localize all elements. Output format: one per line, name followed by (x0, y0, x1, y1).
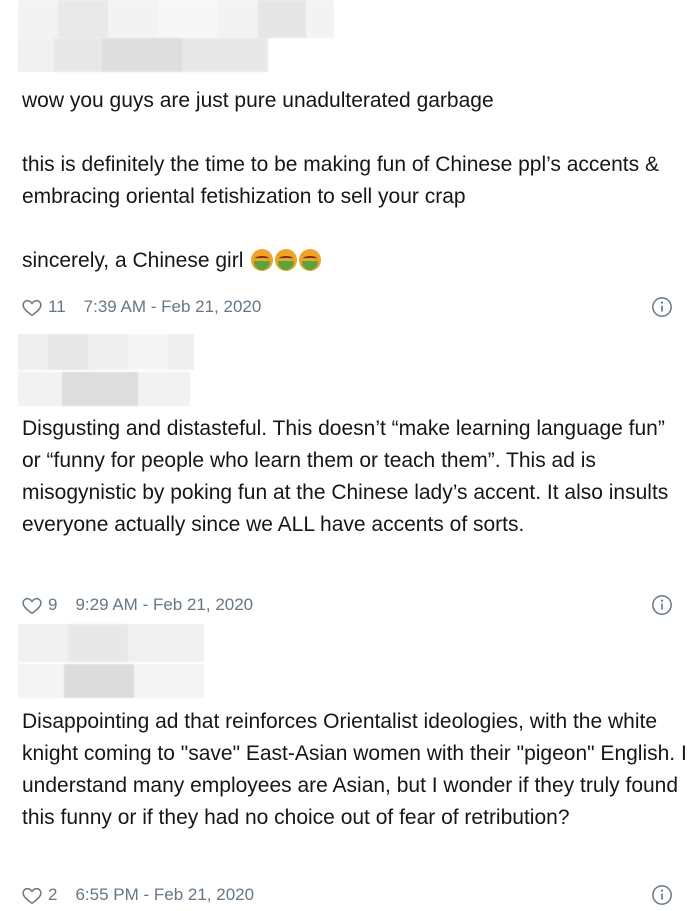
tweet-paragraph: this is definitely the time to be making… (22, 153, 659, 208)
tweet-text: Disgusting and distasteful. This doesn’t… (22, 413, 672, 541)
tweet: Disappointing ad that reinforces Orienta… (0, 620, 697, 911)
heart-outline-icon[interactable] (21, 884, 43, 906)
face-vomiting-emoji (275, 249, 298, 271)
info-circle-icon[interactable] (651, 594, 673, 616)
tweet-text: wow you guys are just pure unadulterated… (22, 85, 682, 277)
tweet-meta: 11 7:39 AM - Feb 21, 2020 (21, 295, 261, 319)
tweet-paragraph: wow you guys are just pure unadulterated… (22, 89, 494, 112)
redacted-display-name (18, 624, 204, 662)
redacted-display-name (18, 334, 194, 370)
tweet-meta: 2 6:55 PM - Feb 21, 2020 (21, 883, 254, 907)
redacted-username (18, 664, 204, 698)
tweet-paragraph: Disappointing ad that reinforces Orienta… (22, 710, 687, 829)
redacted-username (18, 38, 268, 72)
redacted-username (18, 372, 190, 406)
heart-outline-icon[interactable] (21, 296, 43, 318)
tweet-paragraph-text: sincerely, a Chinese girl (22, 249, 244, 272)
heart-outline-icon[interactable] (21, 594, 43, 616)
like-count: 2 (48, 885, 58, 904)
tweet: Disgusting and distasteful. This doesn’t… (0, 328, 697, 620)
timestamp-link[interactable]: 9:29 AM - Feb 21, 2020 (75, 595, 253, 615)
tweet-text: Disappointing ad that reinforces Orienta… (22, 706, 687, 834)
tweet: wow you guys are just pure unadulterated… (0, 0, 697, 328)
timestamp-link[interactable]: 7:39 AM - Feb 21, 2020 (84, 297, 262, 317)
face-vomiting-emoji (299, 249, 322, 271)
tweet-meta: 9 9:29 AM - Feb 21, 2020 (21, 593, 253, 617)
face-vomiting-emoji (251, 249, 274, 271)
timestamp-link[interactable]: 6:55 PM - Feb 21, 2020 (75, 885, 254, 905)
redacted-display-name (18, 0, 334, 38)
tweet-paragraph: Disgusting and distasteful. This doesn’t… (22, 417, 669, 536)
tweet-paragraph: sincerely, a Chinese girl (22, 245, 682, 277)
like-count: 9 (48, 595, 58, 614)
info-circle-icon[interactable] (651, 884, 673, 906)
info-circle-icon[interactable] (651, 296, 673, 318)
like-count: 11 (48, 297, 66, 316)
